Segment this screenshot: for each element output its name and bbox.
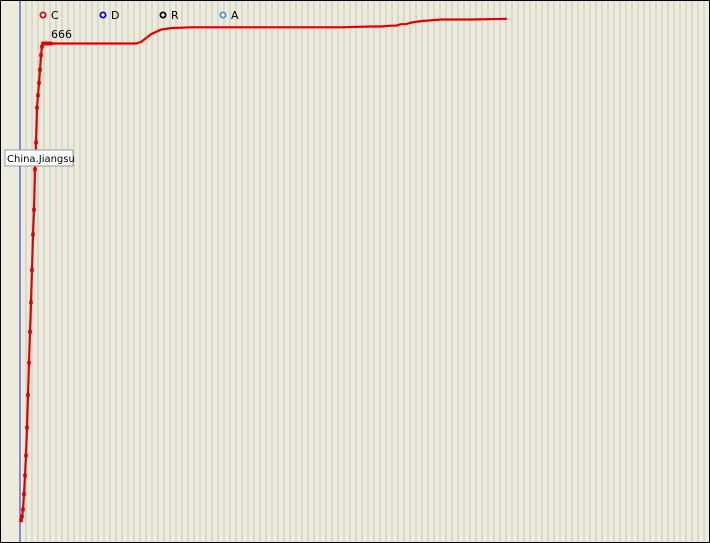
series-point: [21, 507, 25, 512]
series-point: [34, 140, 38, 145]
current-value-label: 666: [51, 28, 72, 41]
legend-label: D: [111, 9, 119, 22]
region-callout: China.Jiangsu: [4, 149, 75, 167]
series-point: [35, 105, 39, 110]
chart-frame: C D R A 666 China.Jiangsu: [0, 0, 710, 543]
series-point: [27, 360, 31, 365]
series-point: [19, 518, 23, 523]
legend-label: A: [231, 9, 239, 22]
series-point: [40, 44, 44, 49]
series-point: [30, 268, 34, 272]
legend-marker-icon: [39, 11, 47, 19]
legend-label: R: [171, 9, 179, 22]
series-point: [37, 81, 41, 85]
series-point: [39, 53, 43, 57]
series-point: [38, 68, 42, 72]
legend-marker-icon: [159, 11, 167, 19]
series-point: [36, 93, 40, 98]
series-point: [26, 393, 30, 397]
region-label: China.Jiangsu: [7, 154, 75, 165]
series-point: [22, 492, 26, 496]
legend-label: C: [51, 9, 59, 22]
series-point: [20, 514, 24, 519]
series-point: [28, 330, 32, 334]
series-point: [24, 453, 28, 458]
series-point: [49, 41, 53, 46]
series-point: [31, 232, 35, 237]
legend-marker-icon: [219, 11, 227, 19]
series-point: [25, 425, 29, 430]
series-point: [32, 207, 36, 212]
series-point: [33, 167, 37, 172]
chart-canvas: C D R A 666 China.Jiangsu: [4, 1, 705, 542]
grid-lines: [25, 1, 705, 542]
series-point: [29, 300, 33, 305]
series-point: [23, 473, 27, 478]
legend-marker-icon: [99, 11, 107, 19]
